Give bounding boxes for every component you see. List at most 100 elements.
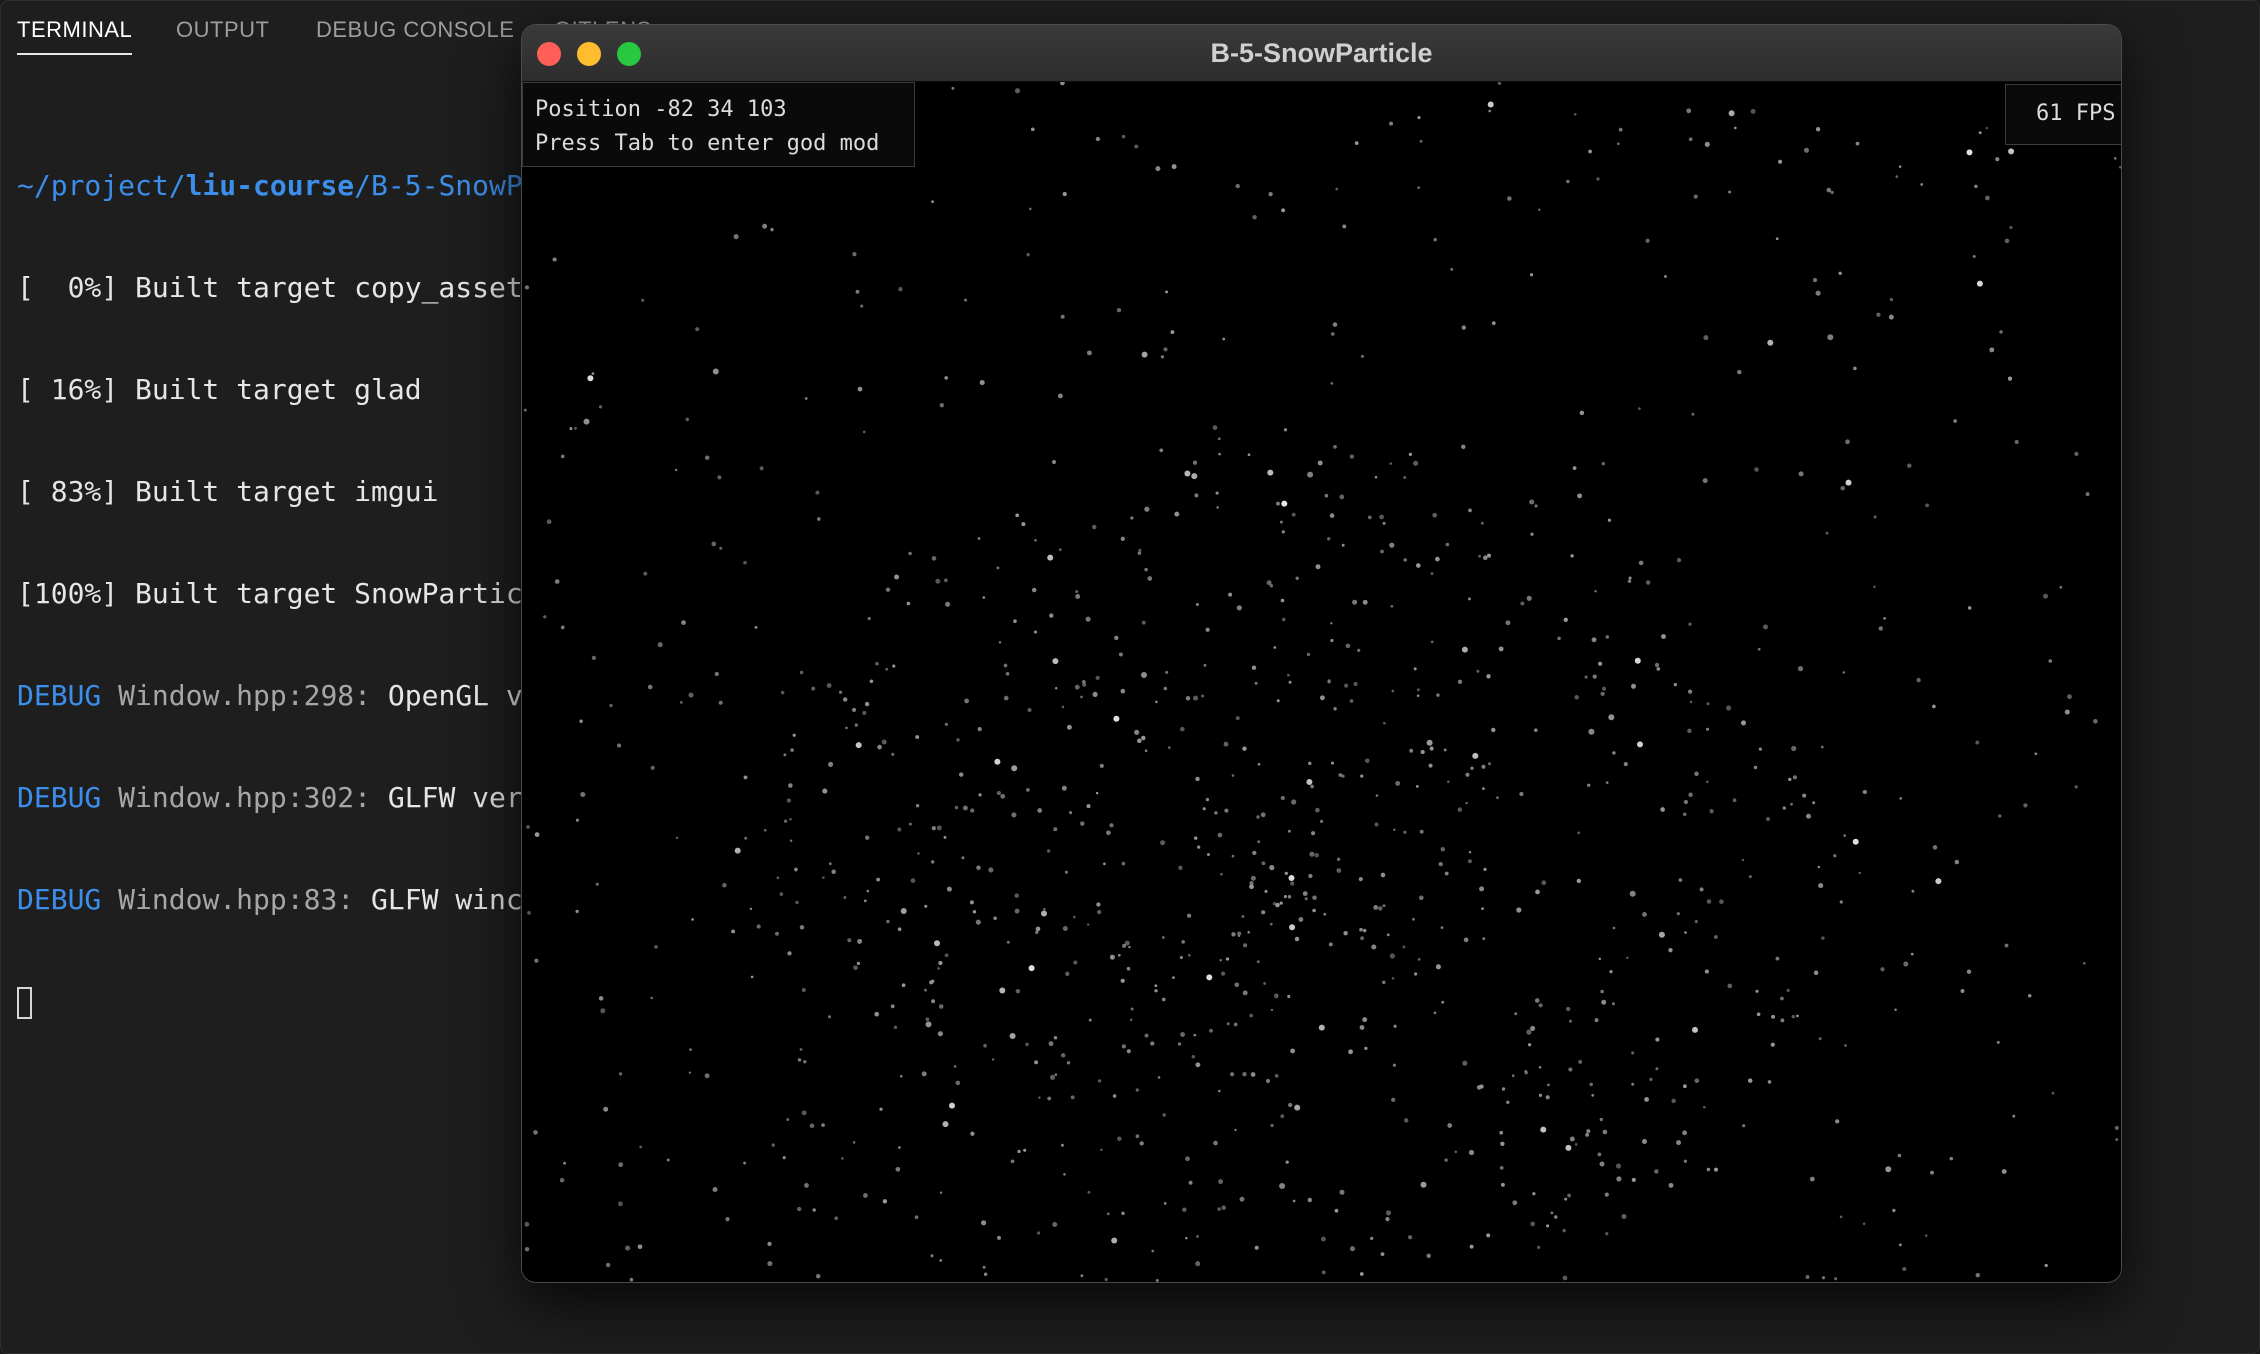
snow-particle xyxy=(2044,1263,2048,1268)
debug-line: DEBUG Window.hpp:83: GLFW winc xyxy=(17,883,523,916)
snow-particle xyxy=(1218,1179,1224,1185)
snow-particle xyxy=(1195,602,1199,607)
snow-particle xyxy=(797,1058,802,1062)
snow-particle xyxy=(1311,831,1316,836)
snow-particle xyxy=(1203,663,1207,667)
snow-particle xyxy=(1267,469,1274,476)
tab-terminal[interactable]: TERMINAL xyxy=(17,17,133,55)
snow-particle xyxy=(951,86,955,90)
snow-particle xyxy=(892,664,896,668)
snow-particle xyxy=(1254,681,1258,685)
render-viewport[interactable]: Position -82 34 103 Press Tab to enter go… xyxy=(522,82,2121,1282)
snow-particle xyxy=(1317,460,1323,466)
snow-particle xyxy=(639,1145,643,1149)
snow-particle xyxy=(1541,880,1547,886)
snow-particle xyxy=(1596,177,1600,181)
snow-particle xyxy=(1792,775,1797,780)
snow-particle xyxy=(1985,126,1989,130)
snow-particle xyxy=(1420,1181,1427,1188)
snow-particle xyxy=(1288,875,1295,881)
app-window[interactable]: B-5-SnowParticle Position -82 34 103 Pres… xyxy=(522,25,2121,1282)
snow-particle xyxy=(1995,157,2000,162)
snow-particle xyxy=(666,1158,670,1162)
snow-particle xyxy=(1118,652,1123,657)
snow-particle xyxy=(1417,186,1420,189)
snow-particle xyxy=(1222,337,1226,341)
snow-particle xyxy=(1821,936,1825,940)
tab-output[interactable]: OUTPUT xyxy=(176,17,269,53)
snow-particle xyxy=(1193,1033,1197,1037)
snow-particle xyxy=(1499,1130,1504,1135)
snow-particle xyxy=(1214,811,1218,815)
snow-particle xyxy=(780,690,785,695)
snow-particle xyxy=(705,455,710,460)
snow-particle xyxy=(1334,1208,1339,1213)
snow-particle xyxy=(975,919,981,925)
snow-particle xyxy=(1888,314,1894,320)
snow-particle xyxy=(1798,471,1804,477)
snow-particle xyxy=(1234,1128,1237,1132)
snow-particle xyxy=(1605,635,1610,639)
window-titlebar[interactable]: B-5-SnowParticle xyxy=(522,25,2121,82)
snow-particle xyxy=(972,910,977,914)
snow-particle xyxy=(563,1161,567,1165)
snow-particle xyxy=(717,475,722,480)
snow-particle xyxy=(1380,549,1384,554)
snow-particle xyxy=(1141,620,1146,625)
snow-particle xyxy=(1375,794,1379,797)
snow-particle xyxy=(1688,792,1693,798)
snow-particle xyxy=(1797,666,1804,672)
snow-particle xyxy=(1709,809,1714,814)
snow-particle xyxy=(1037,808,1043,813)
terminal-cursor-line xyxy=(17,985,537,1019)
snow-particle xyxy=(1349,699,1354,703)
snow-particle xyxy=(1221,1205,1226,1210)
snow-particle xyxy=(1385,1210,1392,1216)
snow-particle xyxy=(1217,1207,1221,1211)
snow-particle xyxy=(1470,766,1474,771)
snow-particle xyxy=(1815,290,1821,296)
snow-particle xyxy=(598,996,604,1001)
snow-particle xyxy=(908,822,912,826)
snow-particle xyxy=(1364,1046,1368,1051)
terminal-output[interactable]: ~/project/liu-course/B-5-SnowP [ 0%] Bui… xyxy=(17,101,537,1087)
snow-particle xyxy=(1250,1072,1256,1077)
snow-particle xyxy=(1279,901,1283,905)
snow-particle xyxy=(1144,567,1148,572)
snow-particle xyxy=(1676,912,1680,916)
snow-particle xyxy=(1500,1182,1505,1187)
snow-particle xyxy=(1576,878,1582,884)
snow-particle xyxy=(1192,460,1198,465)
snow-particle xyxy=(1318,1024,1325,1031)
snow-particle xyxy=(1802,793,1807,798)
tab-debug-console[interactable]: DEBUG CONSOLE xyxy=(316,17,514,53)
snow-particle xyxy=(2082,961,2086,965)
snow-particle xyxy=(801,1110,807,1116)
snow-particle xyxy=(1598,661,1603,666)
snow-particle xyxy=(2085,492,2090,497)
snow-particle xyxy=(1391,1097,1396,1102)
snow-particle xyxy=(1628,576,1632,580)
snow-particle xyxy=(1250,875,1256,881)
snow-particle xyxy=(1702,1105,1706,1109)
snow-particle xyxy=(1756,1012,1761,1017)
snow-particle xyxy=(958,772,964,777)
snow-particle xyxy=(1092,691,1098,697)
snow-particle xyxy=(1330,332,1335,336)
snow-particle xyxy=(1815,127,1821,132)
snow-particle xyxy=(1298,917,1304,922)
snow-particle xyxy=(1273,993,1279,999)
snow-particle xyxy=(1488,109,1492,113)
snow-particle xyxy=(1467,859,1472,864)
snow-particle xyxy=(605,1262,611,1268)
snow-particle xyxy=(1758,747,1763,751)
snow-particle xyxy=(977,537,981,540)
snow-particle xyxy=(1287,994,1291,999)
snow-particle xyxy=(1236,605,1242,611)
snow-particle xyxy=(862,430,866,434)
snow-particle xyxy=(1165,290,1169,294)
snow-particle xyxy=(1577,831,1581,835)
snow-particle xyxy=(1294,1104,1301,1111)
snow-particle xyxy=(1391,689,1395,693)
snow-particle xyxy=(910,878,916,884)
